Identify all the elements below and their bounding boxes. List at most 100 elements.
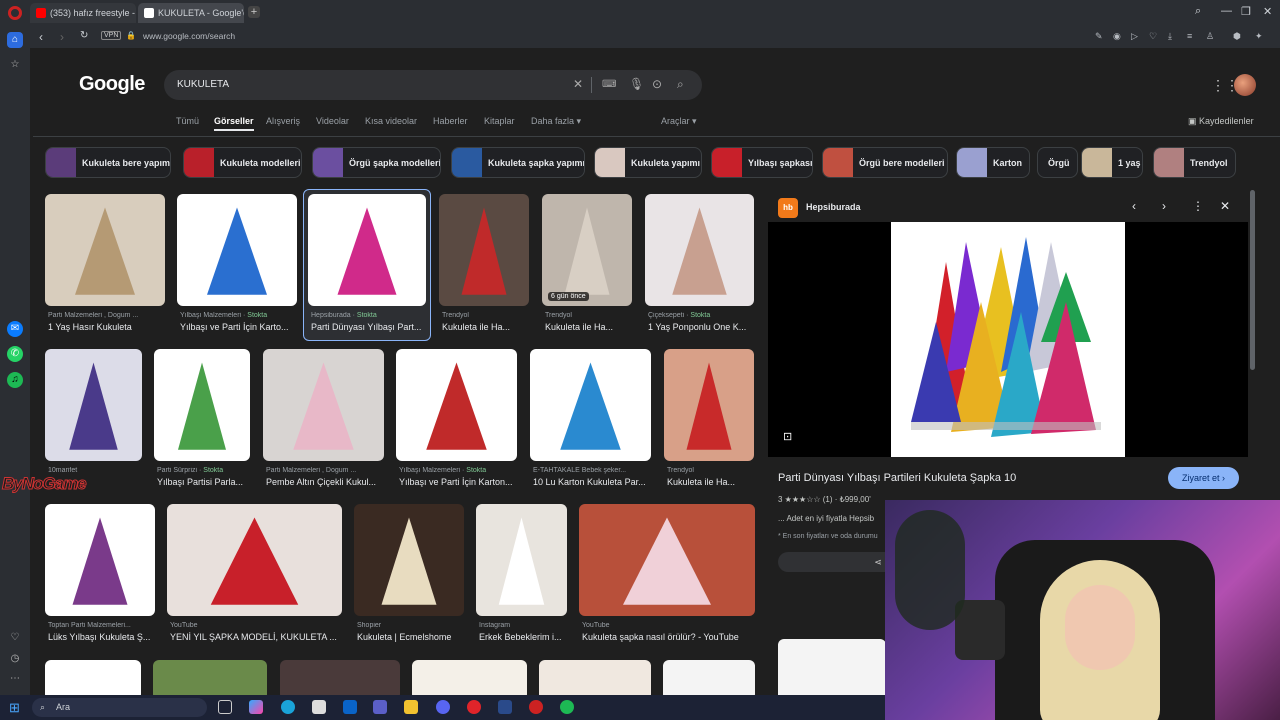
result-card[interactable]: Toptan Parti Malzemeleri... Lüks Yılbaşı … <box>45 504 155 644</box>
result-thumbnail[interactable] <box>645 194 754 306</box>
result-title[interactable]: Kukuleta ile Ha... <box>442 322 532 332</box>
camera-icon[interactable]: ◉ <box>1113 31 1121 42</box>
clear-icon[interactable]: ✕ <box>573 77 583 91</box>
result-source[interactable]: Yılbaşı Malzemeleri · Stokta <box>180 312 300 319</box>
result-thumbnail[interactable] <box>167 504 342 616</box>
result-card[interactable]: 10marifet <box>45 349 142 489</box>
tab-more[interactable]: Daha fazla ▾ <box>531 116 581 127</box>
tab-google-search[interactable]: KUKULETA - Google'da Ar <box>138 3 244 23</box>
heart-icon[interactable]: ♡ <box>1149 31 1157 42</box>
previous-icon[interactable]: ‹ <box>1132 199 1136 213</box>
result-title[interactable]: Kukuleta | Ecmelshome <box>357 632 467 642</box>
result-title[interactable]: 10 Lu Karton Kukuleta Par... <box>533 477 654 487</box>
result-source[interactable]: YouTube <box>170 622 345 629</box>
result-title[interactable]: Kukuleta şapka nasıl örülür? - YouTube <box>582 632 758 642</box>
result-title[interactable]: Erkek Bebeklerim i... <box>479 632 570 642</box>
result-thumbnail[interactable] <box>308 194 426 306</box>
search-box[interactable]: KUKULETA ✕ ⌨ 🎙 ⊙ ⌕ <box>164 70 702 100</box>
folder-icon[interactable] <box>404 700 418 714</box>
chip[interactable]: Kukuleta bere yapımı <box>45 147 171 178</box>
extensions-icon[interactable]: ⬢ <box>1233 31 1241 42</box>
tab-shopping[interactable]: Alışveriş <box>266 116 300 126</box>
result-title[interactable]: Lüks Yılbaşı Kukuleta Ş... <box>48 632 158 642</box>
result-title[interactable]: Kukuleta ile Ha... <box>667 477 757 487</box>
app-icon[interactable] <box>498 700 512 714</box>
result-source[interactable]: Parti Malzemeleri , Dogum ... <box>48 312 168 319</box>
back-icon[interactable]: ‹ <box>39 30 43 44</box>
tab-books[interactable]: Kitaplar <box>484 116 515 126</box>
outlook-icon[interactable] <box>343 700 357 714</box>
whatsapp-icon[interactable]: ✆ <box>7 346 23 362</box>
result-card[interactable]: Parti Sürprizi · Stokta Yılbaşı Partisi P… <box>154 349 250 489</box>
menu-icon[interactable]: ≡ <box>1187 31 1192 41</box>
chip[interactable]: Örgü bere modelleri <box>822 147 948 178</box>
tab-short-videos[interactable]: Kısa videolar <box>365 116 417 126</box>
lens-icon[interactable]: ⊡ <box>783 430 792 443</box>
result-title[interactable]: 1 Yaş Hasır Kukuleta <box>48 322 168 332</box>
result-thumbnail[interactable] <box>280 660 400 695</box>
search-icon[interactable]: ⌕ <box>677 77 684 92</box>
result-card[interactable]: Parti Malzemeleri , Dogum ... Pembe Altın… <box>263 349 384 489</box>
result-card[interactable]: Shopier Kukuleta | Ecmelshome <box>354 504 464 644</box>
vpn-badge[interactable]: VPN <box>101 31 122 40</box>
result-source[interactable]: Parti Malzemeleri , Dogum ... <box>266 467 387 474</box>
url-field[interactable]: www.google.com/search <box>143 31 235 41</box>
windows-start-icon[interactable]: ⊞ <box>9 700 20 716</box>
search-input[interactable]: KUKULETA <box>177 79 229 90</box>
chip[interactable]: Kukuleta yapımı <box>594 147 702 178</box>
forward-icon[interactable]: › <box>60 30 64 44</box>
more-options-icon[interactable]: ⋮ <box>1192 199 1204 213</box>
close-window-icon[interactable]: ✕ <box>1263 5 1272 18</box>
profile-icon[interactable]: ♙ <box>1206 31 1214 42</box>
result-thumbnail[interactable] <box>439 194 529 306</box>
result-thumbnail[interactable] <box>177 194 297 306</box>
discord-icon[interactable] <box>436 700 450 714</box>
result-thumbnail[interactable] <box>45 349 142 461</box>
result-source[interactable]: Trendyol <box>667 467 757 474</box>
taskbar-search[interactable]: ⌕ Ara <box>32 698 207 717</box>
lock-icon[interactable]: 🔒 <box>126 31 136 40</box>
result-thumbnail[interactable] <box>412 660 527 695</box>
result-source[interactable]: Çiçeksepeti · Stokta <box>648 312 757 319</box>
chip[interactable]: Örgü <box>1037 147 1078 178</box>
result-title[interactable]: Yılbaşı Partisi Parla... <box>157 477 253 487</box>
download-icon[interactable]: ⤓ <box>1168 31 1172 42</box>
tab-news[interactable]: Haberler <box>433 116 468 126</box>
tab-images[interactable]: Görseller <box>214 116 254 126</box>
result-thumbnail[interactable] <box>263 349 384 461</box>
tab-videos[interactable]: Videolar <box>316 116 349 126</box>
result-card[interactable]: Çiçeksepeti · Stokta 1 Yaş Ponponlu One K… <box>645 194 754 334</box>
result-title[interactable]: 1 Yaş Ponponlu One K... <box>648 322 757 332</box>
result-source[interactable]: Instagram <box>479 622 570 629</box>
copilot-icon[interactable] <box>249 700 263 714</box>
result-thumbnail[interactable] <box>539 660 651 695</box>
result-card[interactable]: E-TAHTAKALE Bebek şeker... 10 Lu Karton K… <box>530 349 651 489</box>
camera-search-icon[interactable]: ⊙ <box>652 77 662 91</box>
preview-source[interactable]: Hepsiburada <box>806 202 861 212</box>
chip[interactable]: Yılbaşı şapkası <box>711 147 813 178</box>
result-source[interactable]: Yılbaşı Malzemeleri · Stokta <box>399 467 520 474</box>
spotify-icon[interactable] <box>560 700 574 714</box>
tab-youtube[interactable]: (353) hafız freestyle - You <box>30 3 136 23</box>
result-source[interactable]: Parti Sürprizi · Stokta <box>157 467 253 474</box>
star-icon[interactable]: ☆ <box>7 57 23 73</box>
result-card[interactable]: 6 gün önce Trendyol Kukuleta ile Ha... <box>542 194 632 334</box>
result-thumbnail[interactable] <box>542 194 632 306</box>
result-source[interactable]: Trendyol <box>545 312 635 319</box>
result-source[interactable]: Shopier <box>357 622 467 629</box>
result-title[interactable]: Parti Dünyası Yılbaşı Part... <box>311 322 429 332</box>
result-title[interactable]: YENİ YIL ŞAPKA MODELİ, KUKULETA ... <box>170 632 345 642</box>
result-thumbnail[interactable] <box>354 504 464 616</box>
result-title[interactable]: Pembe Altın Çiçekli Kukul... <box>266 477 387 487</box>
result-source[interactable]: Hepsiburada · Stokta <box>311 312 429 319</box>
minimize-icon[interactable]: — <box>1221 5 1232 17</box>
result-source[interactable]: Trendyol <box>442 312 532 319</box>
teams-icon[interactable] <box>373 700 387 714</box>
result-title[interactable]: Kukuleta ile Ha... <box>545 322 635 332</box>
microphone-icon[interactable]: 🎙 <box>629 77 644 91</box>
play-icon[interactable]: ▷ <box>1131 31 1138 42</box>
close-icon[interactable]: ✕ <box>1220 199 1230 213</box>
result-title[interactable]: Yılbaşı ve Parti İçin Karto... <box>180 322 300 332</box>
heart-icon[interactable]: ♡ <box>7 630 23 646</box>
preview-title[interactable]: Parti Dünyası Yılbaşı Partileri Kukuleta… <box>778 472 1016 484</box>
